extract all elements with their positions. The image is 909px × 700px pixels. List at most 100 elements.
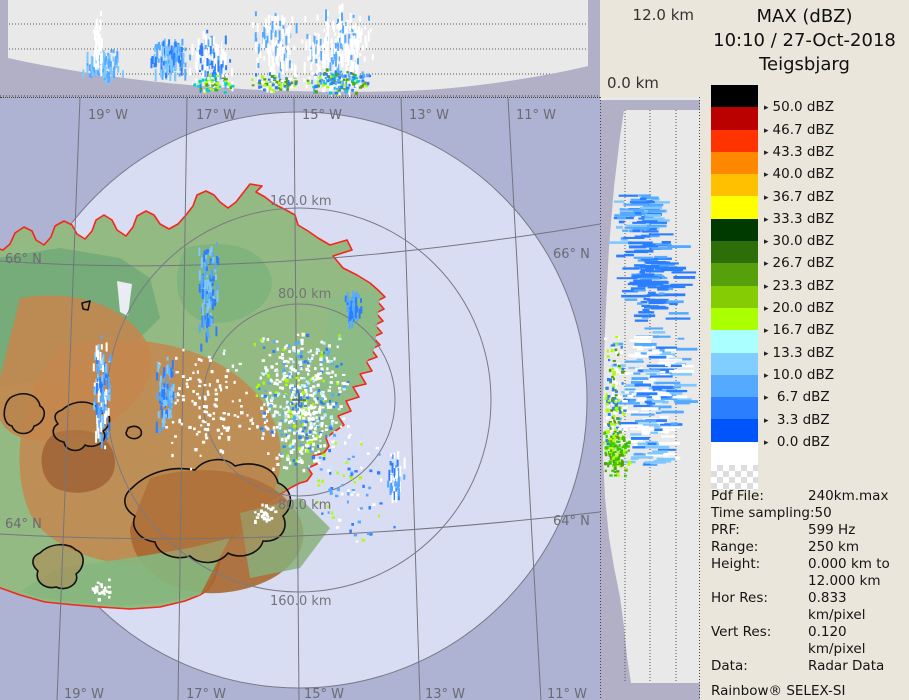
metadata-label: PRF: <box>711 522 740 538</box>
legend-threshold-label: ▸ 6.7 dBZ <box>764 389 830 405</box>
radar-application-window: 12.0 km 0.0 km 19° W 17° W 15° W 13° W 1… <box>0 0 909 700</box>
metadata-row: Pdf File: 240km.max <box>711 488 906 505</box>
longitude-label-bottom: 19° W <box>64 687 104 700</box>
metadata-label: Data: <box>711 658 748 674</box>
legend-swatch <box>711 397 758 420</box>
legend-threshold-label: ▸ 30.0 dBZ <box>764 233 834 249</box>
metadata-row: Height: 0.000 km to 12.000 km <box>711 556 906 590</box>
latitude-label-66n-left: 66° N <box>5 252 42 267</box>
legend-swatch <box>711 151 758 175</box>
range-ring-label: 80.0 km <box>278 498 331 513</box>
legend-threshold-text: 33.3 dBZ <box>772 210 834 227</box>
legend-threshold-label: ▸ 43.3 dBZ <box>764 144 834 160</box>
legend-threshold-text: 16.7 dBZ <box>772 322 834 339</box>
legend-swatch <box>711 174 758 197</box>
metadata-label: Height: <box>711 556 761 572</box>
longitude-label-bottom: 11° W <box>547 687 587 700</box>
top-profile-plot <box>0 0 600 98</box>
longitude-label-top: 17° W <box>196 108 236 123</box>
legend-threshold-label: ▸ 46.7 dBZ <box>764 122 834 138</box>
metadata-row: Data: Radar Data <box>711 658 906 675</box>
legend-arrow-icon: ▸ <box>764 214 769 225</box>
legend-arrow-icon: ▸ <box>764 259 769 270</box>
legend-arrow-icon: ▸ <box>764 281 769 292</box>
legend-swatch <box>711 352 758 375</box>
metadata-row: Range: 250 km <box>711 539 906 556</box>
metadata-label: Vert Res: <box>711 624 772 640</box>
metadata-label: Time sampling: <box>711 505 815 521</box>
legend-swatch <box>711 107 758 130</box>
right-profile-plot <box>600 97 700 700</box>
legend-swatch <box>711 85 758 108</box>
range-ring-label: 80.0 km <box>278 287 331 302</box>
metadata-value: 250 km <box>808 539 860 555</box>
metadata-value: 50 <box>814 505 832 521</box>
legend-threshold-text: 0.0 dBZ <box>772 433 830 450</box>
metadata-value: 0.000 km to 12.000 km <box>808 556 890 589</box>
legend-threshold-text: 23.3 dBZ <box>772 277 834 294</box>
metadata-label: Pdf File: <box>711 488 764 504</box>
legend-swatch <box>711 241 758 264</box>
metadata-value: 0.833 km/pixel <box>808 590 866 623</box>
legend-threshold-label: ▸ 10.0 dBZ <box>764 367 834 383</box>
legend-arrow-icon: ▸ <box>764 170 769 181</box>
legend-threshold-text: 20.0 dBZ <box>772 300 834 316</box>
legend-swatch <box>711 263 758 286</box>
legend-arrow-icon: ▸ <box>764 192 769 203</box>
product-name: MAX (dBZ) <box>756 6 853 27</box>
legend-threshold-text: 43.3 dBZ <box>772 143 834 160</box>
latitude-label-64n-right: 64° N <box>553 514 590 529</box>
legend-threshold-text: 30.0 dBZ <box>772 233 834 250</box>
legend-swatch <box>711 330 758 353</box>
latitude-label-64n-left: 64° N <box>5 517 42 532</box>
longitude-label-top: 19° W <box>88 108 128 123</box>
top-height-profile-panel <box>0 0 600 98</box>
latitude-label-66n-right: 66° N <box>553 247 590 262</box>
legend-threshold-label: ▸ 50.0 dBZ <box>764 99 834 115</box>
legend-swatch <box>711 285 758 308</box>
radar-map-panel: 19° W 17° W 15° W 13° W 11° W 19° W 17° W 15° W… <box>0 97 600 700</box>
legend-arrow-icon: ▸ <box>764 147 769 158</box>
metadata-value: 599 Hz <box>808 522 856 538</box>
range-ring-label: 160.0 km <box>270 194 332 209</box>
legend-threshold-text: 13.3 dBZ <box>772 344 834 361</box>
height-axis-min-label: 0.0 km <box>607 74 659 92</box>
metadata-value: Radar Data <box>808 658 885 674</box>
legend-swatch <box>711 307 758 331</box>
longitude-label-top: 15° W <box>302 108 342 123</box>
legend-threshold-label: ▸ 20.0 dBZ <box>764 300 834 316</box>
metadata-row: Hor Res: 0.833 km/pixel <box>711 590 906 624</box>
station-name: Teigsbjarg <box>759 54 850 75</box>
legend-swatch <box>711 129 758 152</box>
metadata-row: PRF: 599 Hz <box>711 522 906 539</box>
legend-arrow-icon: ▸ <box>764 415 769 426</box>
legend-threshold-text: 40.0 dBZ <box>772 166 834 183</box>
legend-threshold-text: 36.7 dBZ <box>772 188 834 205</box>
legend-threshold-label: ▸ 26.7 dBZ <box>764 255 834 271</box>
legend-threshold-label: ▸ 3.3 dBZ <box>764 412 830 428</box>
longitude-label-bottom: 17° W <box>186 687 226 700</box>
product-header: MAX (dBZ) 10:10 / 27-Oct-2018 Teigsbjarg <box>700 5 909 77</box>
legend-swatch <box>711 374 758 398</box>
longitude-label-bottom: 15° W <box>304 687 344 700</box>
radar-map: 19° W 17° W 15° W 13° W 11° W 19° W 17° W 15° W… <box>0 98 600 700</box>
legend-threshold-text: 50.0 dBZ <box>772 99 834 116</box>
metadata-label: Hor Res: <box>711 590 768 606</box>
legend-arrow-icon: ▸ <box>764 125 769 136</box>
metadata-row: Vert Res: 0.120 km/pixel <box>711 624 906 658</box>
legend-arrow-icon: ▸ <box>764 103 769 114</box>
legend-arrow-icon: ▸ <box>764 393 769 404</box>
legend-threshold-text: 6.7 dBZ <box>772 389 830 406</box>
metadata-value: 0.120 km/pixel <box>808 624 866 657</box>
legend-swatch-column <box>711 85 758 490</box>
legend-threshold-label: ▸ 16.7 dBZ <box>764 322 834 338</box>
legend-threshold-label: ▸ 0.0 dBZ <box>764 434 830 450</box>
range-ring-label: 160.0 km <box>270 594 332 609</box>
legend-swatch <box>711 419 758 442</box>
metadata-value: 240km.max <box>808 488 889 504</box>
metadata-row: Time sampling: 50 <box>711 505 906 522</box>
legend-arrow-icon: ▸ <box>764 237 769 248</box>
legend-arrow-icon: ▸ <box>764 437 769 448</box>
legend-swatch <box>711 196 758 219</box>
right-height-profile-panel <box>600 97 700 700</box>
